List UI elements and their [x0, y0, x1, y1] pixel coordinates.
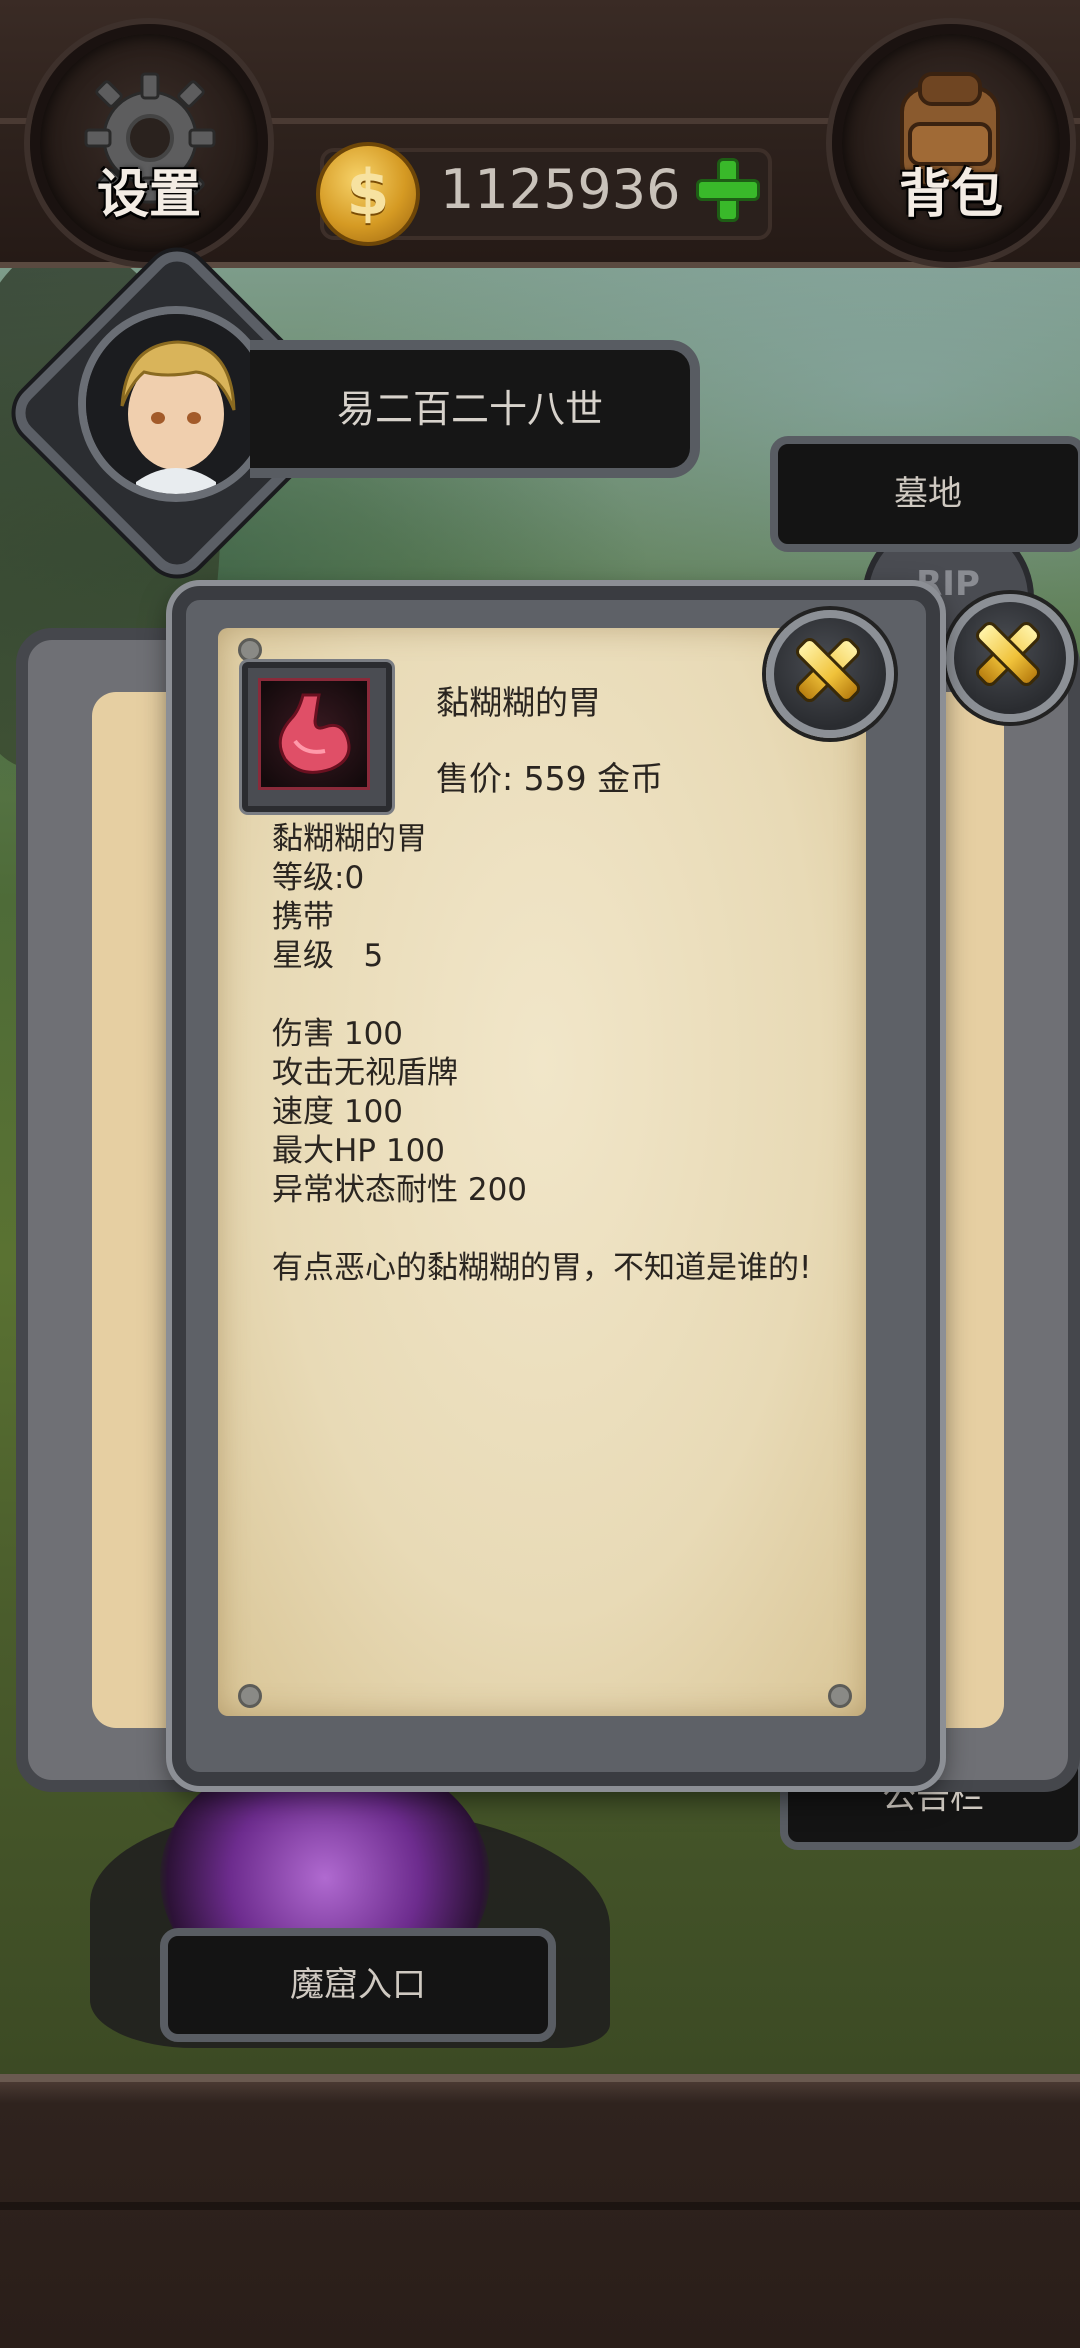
background-panel-close-button[interactable] [946, 594, 1074, 722]
player-name-plate: 易二百二十八世 [250, 340, 700, 478]
graveyard-label[interactable]: 墓地 [770, 436, 1080, 552]
add-coins-plus-icon[interactable] [694, 156, 760, 222]
coin-amount: 1125936 [440, 158, 681, 221]
hero-portrait [86, 314, 266, 494]
stat-resist: 异常状态耐性 200 [272, 1172, 528, 1208]
stat-damage: 伤害 100 [272, 1016, 404, 1052]
item-icon [242, 662, 392, 812]
rivet [238, 1684, 262, 1708]
avatar[interactable] [78, 306, 274, 502]
gold-coin-icon: $ [316, 142, 420, 246]
close-icon [792, 636, 852, 696]
item-price: 售价: 559 金币 [436, 759, 664, 798]
top-bar: 设置 $ 1125936 背包 [0, 0, 1080, 270]
popup-close-button[interactable] [766, 610, 894, 738]
bottom-bar-divider [0, 2202, 1080, 2210]
bottom-bar [0, 2074, 1080, 2348]
dungeon-entrance-label[interactable]: 魔窟入口 [160, 1928, 556, 2042]
stat-stars: 星级 5 [272, 938, 384, 974]
rivet [828, 1684, 852, 1708]
close-icon [972, 620, 1032, 680]
stat-max-hp: 最大HP 100 [272, 1133, 446, 1169]
item-title: 黏糊糊的胃 [436, 683, 601, 722]
stat-name: 黏糊糊的胃 [272, 821, 427, 857]
bag-button[interactable]: 背包 [832, 24, 1070, 262]
stat-carry: 携带 [272, 899, 334, 935]
stat-speed: 速度 100 [272, 1094, 404, 1130]
item-description: 有点恶心的黏糊糊的胃，不知道是谁的! [272, 1250, 812, 1286]
stat-ignore-shield: 攻击无视盾牌 [272, 1055, 458, 1091]
stomach-icon [278, 693, 351, 774]
settings-label: 设置 [96, 165, 201, 225]
rivet [238, 638, 262, 662]
stat-level: 等级:0 [272, 860, 365, 896]
bag-label: 背包 [898, 165, 1003, 225]
settings-button[interactable]: 设置 [30, 24, 268, 262]
item-stats: 黏糊糊的胃 等级:0 携带 星级 5 伤害 100 攻击无视盾牌 速度 100 … [272, 820, 832, 1210]
item-icon-inner [258, 678, 370, 790]
